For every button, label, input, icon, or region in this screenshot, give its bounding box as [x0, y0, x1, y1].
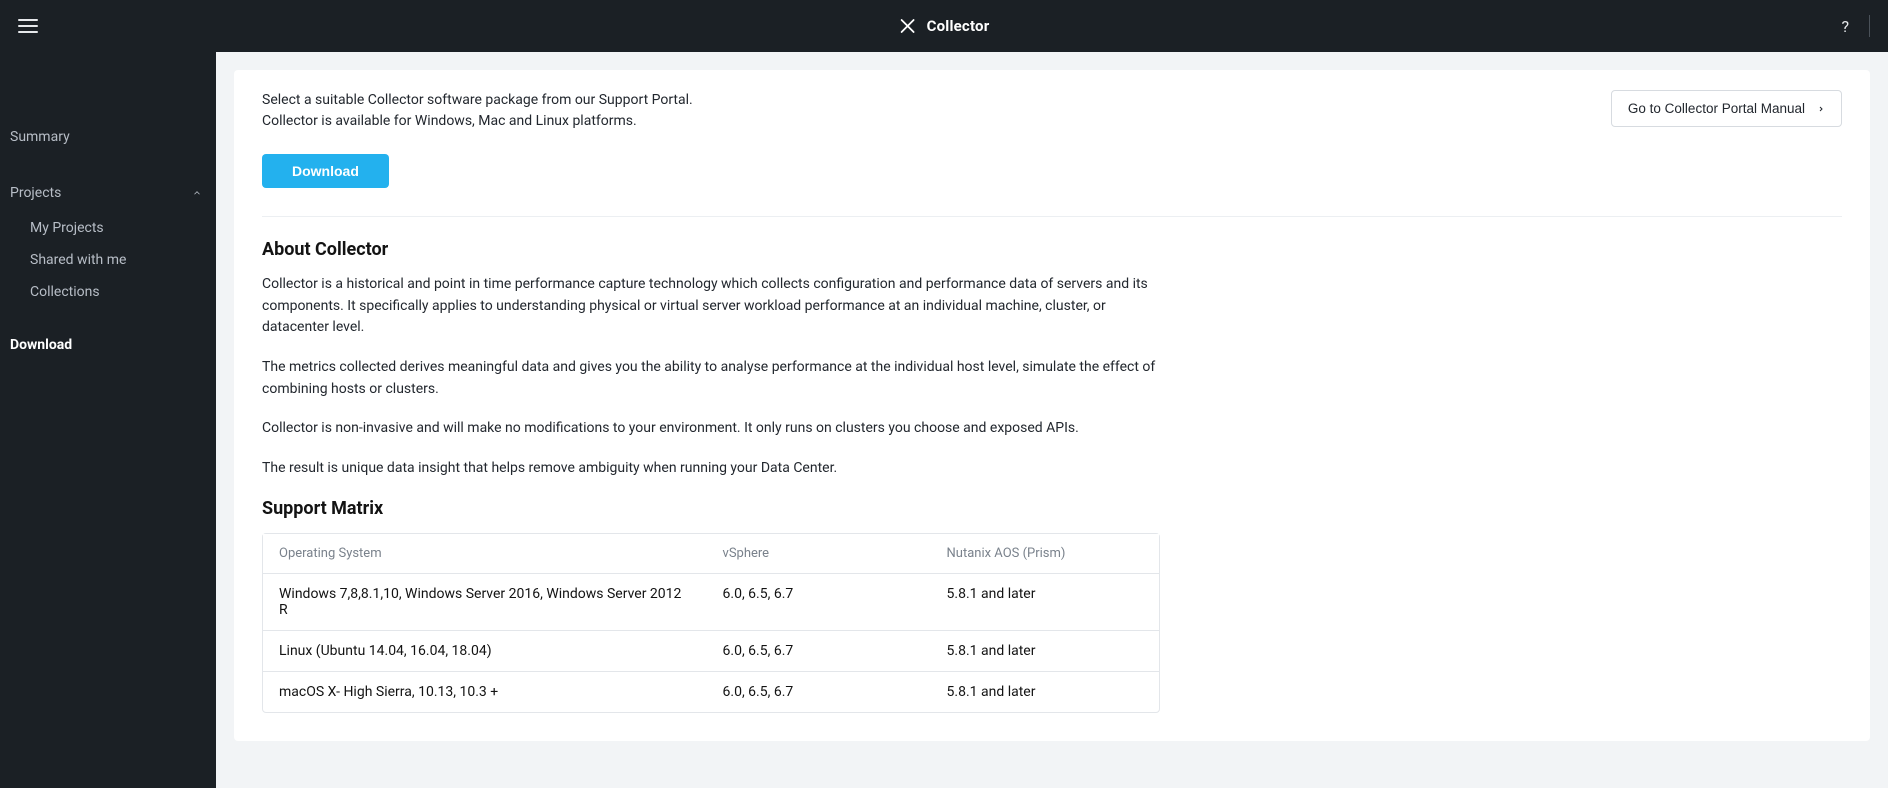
table-row: Windows 7,8,8.1,10, Windows Server 2016,… — [263, 573, 1159, 630]
content-area: Select a suitable Collector software pac… — [216, 52, 1888, 788]
download-card: Select a suitable Collector software pac… — [234, 70, 1870, 741]
divider — [262, 216, 1842, 217]
go-to-manual-button[interactable]: Go to Collector Portal Manual — [1611, 90, 1842, 127]
cell-vsphere: 6.0, 6.5, 6.7 — [707, 672, 931, 712]
intro-line-1: Select a suitable Collector software pac… — [262, 90, 693, 111]
app-title: Collector — [927, 17, 990, 35]
chevron-up-icon — [192, 188, 202, 198]
table-header-row: Operating System vSphere Nutanix AOS (Pr… — [263, 534, 1159, 573]
sidebar-item-my-projects[interactable]: My Projects — [0, 212, 216, 244]
cell-aos: 5.8.1 and later — [931, 574, 1159, 630]
topbar: Collector ? — [0, 0, 1888, 52]
sidebar: Summary Projects My Projects Shared with… — [0, 52, 216, 788]
sidebar-item-label: Shared with me — [30, 252, 126, 268]
sidebar-item-label: My Projects — [30, 220, 104, 236]
cell-os: Linux (Ubuntu 14.04, 16.04, 18.04) — [263, 631, 707, 671]
help-icon[interactable]: ? — [1841, 17, 1849, 36]
button-label: Go to Collector Portal Manual — [1628, 101, 1805, 116]
logo-x-icon — [899, 17, 917, 35]
sidebar-item-collections[interactable]: Collections — [0, 276, 216, 308]
cell-aos: 5.8.1 and later — [931, 672, 1159, 712]
topbar-divider — [1869, 15, 1870, 37]
table-header-os: Operating System — [263, 534, 707, 573]
topbar-right: ? — [1841, 15, 1870, 37]
about-paragraph: Collector is a historical and point in t… — [262, 274, 1162, 339]
table-header-vsphere: vSphere — [707, 534, 931, 573]
about-paragraph: Collector is non-invasive and will make … — [262, 418, 1162, 440]
intro-line-2: Collector is available for Windows, Mac … — [262, 111, 693, 132]
sidebar-item-label: Download — [10, 337, 72, 353]
about-paragraph: The result is unique data insight that h… — [262, 458, 1162, 480]
download-button[interactable]: Download — [262, 154, 389, 188]
about-heading: About Collector — [262, 239, 1842, 260]
button-label: Download — [292, 163, 359, 179]
chevron-right-icon — [1817, 103, 1825, 115]
cell-aos: 5.8.1 and later — [931, 631, 1159, 671]
cell-os: Windows 7,8,8.1,10, Windows Server 2016,… — [263, 574, 707, 630]
table-row: macOS X- High Sierra, 10.13, 10.3 + 6.0,… — [263, 671, 1159, 712]
about-section: Collector is a historical and point in t… — [262, 274, 1842, 480]
sidebar-item-projects[interactable]: Projects — [0, 174, 216, 212]
sidebar-item-download[interactable]: Download — [0, 326, 216, 364]
app-brand: Collector — [899, 17, 990, 35]
support-matrix-heading: Support Matrix — [262, 498, 1842, 519]
table-header-aos: Nutanix AOS (Prism) — [931, 534, 1159, 573]
table-row: Linux (Ubuntu 14.04, 16.04, 18.04) 6.0, … — [263, 630, 1159, 671]
intro-text: Select a suitable Collector software pac… — [262, 90, 693, 132]
sidebar-item-shared-with-me[interactable]: Shared with me — [0, 244, 216, 276]
cell-vsphere: 6.0, 6.5, 6.7 — [707, 574, 931, 630]
sidebar-item-label: Collections — [30, 284, 100, 300]
cell-os: macOS X- High Sierra, 10.13, 10.3 + — [263, 672, 707, 712]
support-matrix-table: Operating System vSphere Nutanix AOS (Pr… — [262, 533, 1160, 713]
about-paragraph: The metrics collected derives meaningful… — [262, 357, 1162, 400]
hamburger-menu-button[interactable] — [18, 19, 38, 33]
sidebar-item-label: Summary — [10, 129, 70, 145]
sidebar-item-summary[interactable]: Summary — [0, 118, 216, 156]
sidebar-item-label: Projects — [10, 185, 61, 201]
cell-vsphere: 6.0, 6.5, 6.7 — [707, 631, 931, 671]
